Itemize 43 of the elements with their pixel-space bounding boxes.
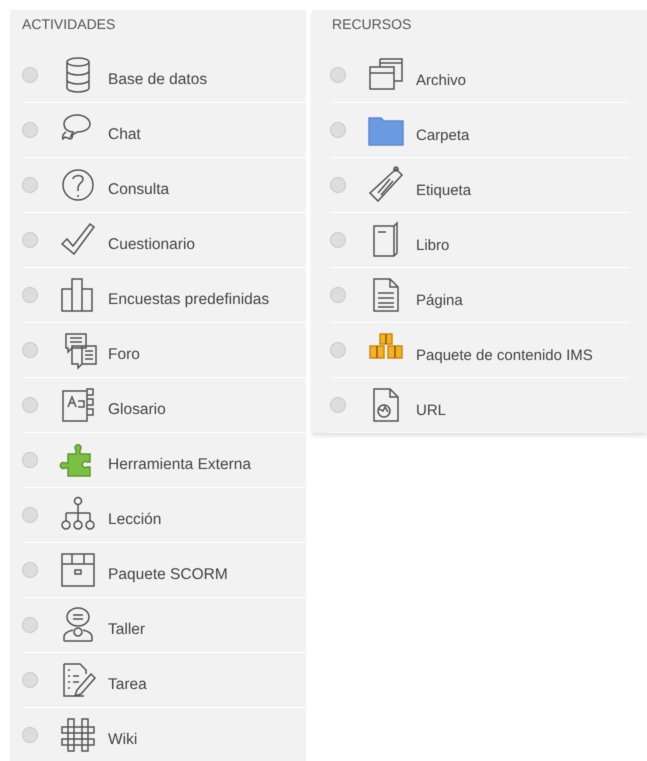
radio-button[interactable] xyxy=(22,397,38,413)
radio-button[interactable] xyxy=(330,342,346,358)
activity-label[interactable]: Herramienta Externa xyxy=(108,446,252,474)
activity-label[interactable]: Wiki xyxy=(108,721,138,749)
radio-button[interactable] xyxy=(22,617,38,633)
activity-label[interactable]: Chat xyxy=(108,116,141,144)
radio-button[interactable] xyxy=(22,562,38,578)
radio-button[interactable] xyxy=(22,672,38,688)
radio-button[interactable] xyxy=(22,342,38,358)
activity-label[interactable]: Página xyxy=(416,282,463,308)
activity-label[interactable]: Glosario xyxy=(108,391,166,419)
radio-button[interactable] xyxy=(330,67,346,83)
tag-icon xyxy=(366,165,406,205)
activity-label[interactable]: Libro xyxy=(416,226,450,254)
radio-button[interactable] xyxy=(22,177,38,193)
activity-label[interactable]: Taller xyxy=(108,611,146,639)
radio-button[interactable] xyxy=(330,287,346,303)
activity-label[interactable]: URL xyxy=(416,392,446,418)
radio-button[interactable] xyxy=(330,177,346,193)
section-heading: ACTIVIDADES xyxy=(22,15,116,34)
section-heading: RECURSOS xyxy=(332,15,412,34)
activity-label[interactable]: Paquete SCORM xyxy=(108,556,228,584)
activity-label[interactable]: Etiqueta xyxy=(416,172,472,198)
activity-label[interactable]: Paquete de contenido IMS xyxy=(416,336,593,364)
radio-button[interactable] xyxy=(22,452,38,468)
activity-label[interactable]: Foro xyxy=(108,336,140,364)
radio-button[interactable] xyxy=(22,67,38,83)
radio-button[interactable] xyxy=(330,122,346,138)
activity-label[interactable]: Archivo xyxy=(416,62,466,88)
activity-label[interactable]: Carpeta xyxy=(416,116,470,144)
radio-button[interactable] xyxy=(22,232,38,248)
radio-button[interactable] xyxy=(330,397,346,413)
radio-button[interactable] xyxy=(22,507,38,523)
activity-label[interactable]: Encuestas predefinidas xyxy=(108,281,270,309)
radio-button[interactable] xyxy=(330,232,346,248)
activity-label[interactable]: Cuestionario xyxy=(108,226,196,254)
activity-label[interactable]: Tarea xyxy=(108,666,147,694)
radio-button[interactable] xyxy=(22,287,38,303)
activity-label[interactable]: Lección xyxy=(108,501,162,529)
activity-label[interactable]: Base de datos xyxy=(108,61,208,89)
radio-button[interactable] xyxy=(22,727,38,743)
activity-label[interactable]: Consulta xyxy=(108,171,170,199)
radio-button[interactable] xyxy=(22,122,38,138)
